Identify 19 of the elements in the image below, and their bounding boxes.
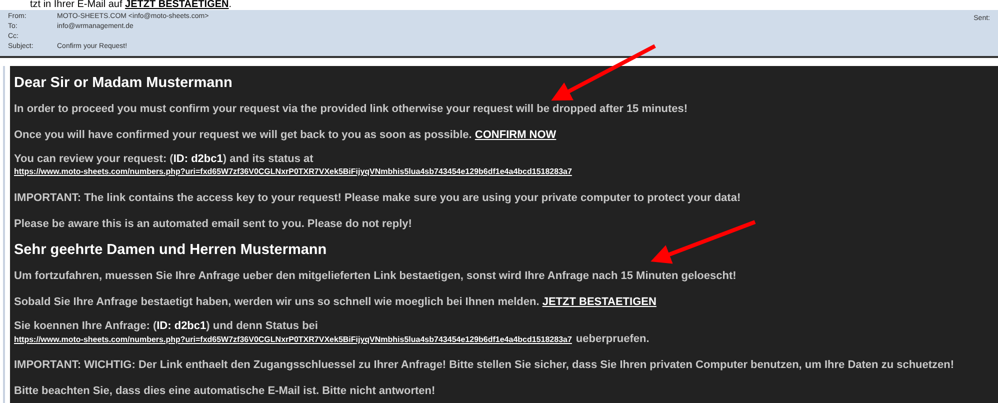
email-heading: Sehr geehrte Damen und Herren Mustermann bbox=[14, 241, 327, 260]
confirm-link[interactable]: CONFIRM NOW bbox=[474, 129, 556, 141]
confirm-link[interactable]: JETZT BESTAETIGEN bbox=[542, 296, 656, 308]
status-link[interactable]: https://www.moto-sheets.com/numbers.php?uri=fxd65W7zf36V0CGLNxrP0TXR7VXek5BiFijyqVNmbhis5lua4sb743454e129b6df1e4a4bcd1518283a7 bbox=[14, 166, 572, 178]
paragraph-text: ueberpruefen. bbox=[576, 333, 650, 345]
paragraph-text: Sobald Sie Ihre Anfrage bestaetigt haben, werden wir uns so schnell wie moeglich bei Ihnen melden. JETZT BESTAETIGEN bbox=[14, 295, 658, 310]
confirm-link[interactable]: JETZT BESTAETIGEN bbox=[125, 0, 229, 10]
paragraph-text: IMPORTANT: The link contains the access key to your request! Please make sure you are using your private computer to protect your data! bbox=[14, 191, 742, 206]
paragraph-text: Please be aware this is an automated email sent to you. Please do not reply! bbox=[14, 217, 413, 232]
paragraph-text: Um fortzufahren, muessen Sie Ihre Anfrage ueber den mitgelieferten Link bestaetigen, sonst wird Ihre Anfrage nach 15 Minuten geloescht! bbox=[14, 269, 738, 284]
paragraph-text: In order to proceed you must confirm your request via the provided link otherwise your request will be dropped after 15 minutes! bbox=[14, 102, 689, 117]
paragraph-text: You can review your request: (ID: d2bc1) and its status at bbox=[14, 152, 314, 166]
paragraph-text: Sie koennen Ihre Anfrage: (ID: d2bc1) und denn Status bei bbox=[14, 319, 319, 333]
paragraph-text: Once you will have confirmed your request we will get back to you as soon as possible. CONFIRM NOW bbox=[14, 128, 558, 143]
paragraph-text: IMPORTANT: WICHTIG: Der Link enthaelt den Zugangsschluessel zu Ihrer Anfrage! Bitte stellen Sie sicher, dass Sie Ihren privaten Computer benutzen, um Ihre Daten zu schuetzen! bbox=[14, 358, 956, 373]
status-link[interactable]: https://www.moto-sheets.com/numbers.php?uri=fxd65W7zf36V0CGLNxrP0TXR7VXek5BiFijyqVNmbhis5lua4sb743454e129b6df1e4a4bcd1518283a7 bbox=[14, 334, 572, 346]
paragraph-text: Bitte beachten Sie, dass dies eine automatische E-Mail ist. Bitte nicht antworten! bbox=[14, 384, 436, 399]
caption-text: tzt in Ihrer E-Mail auf JETZT BESTAETIGEN. bbox=[30, 0, 233, 10]
email-heading: Dear Sir or Madam Mustermann bbox=[14, 74, 232, 93]
